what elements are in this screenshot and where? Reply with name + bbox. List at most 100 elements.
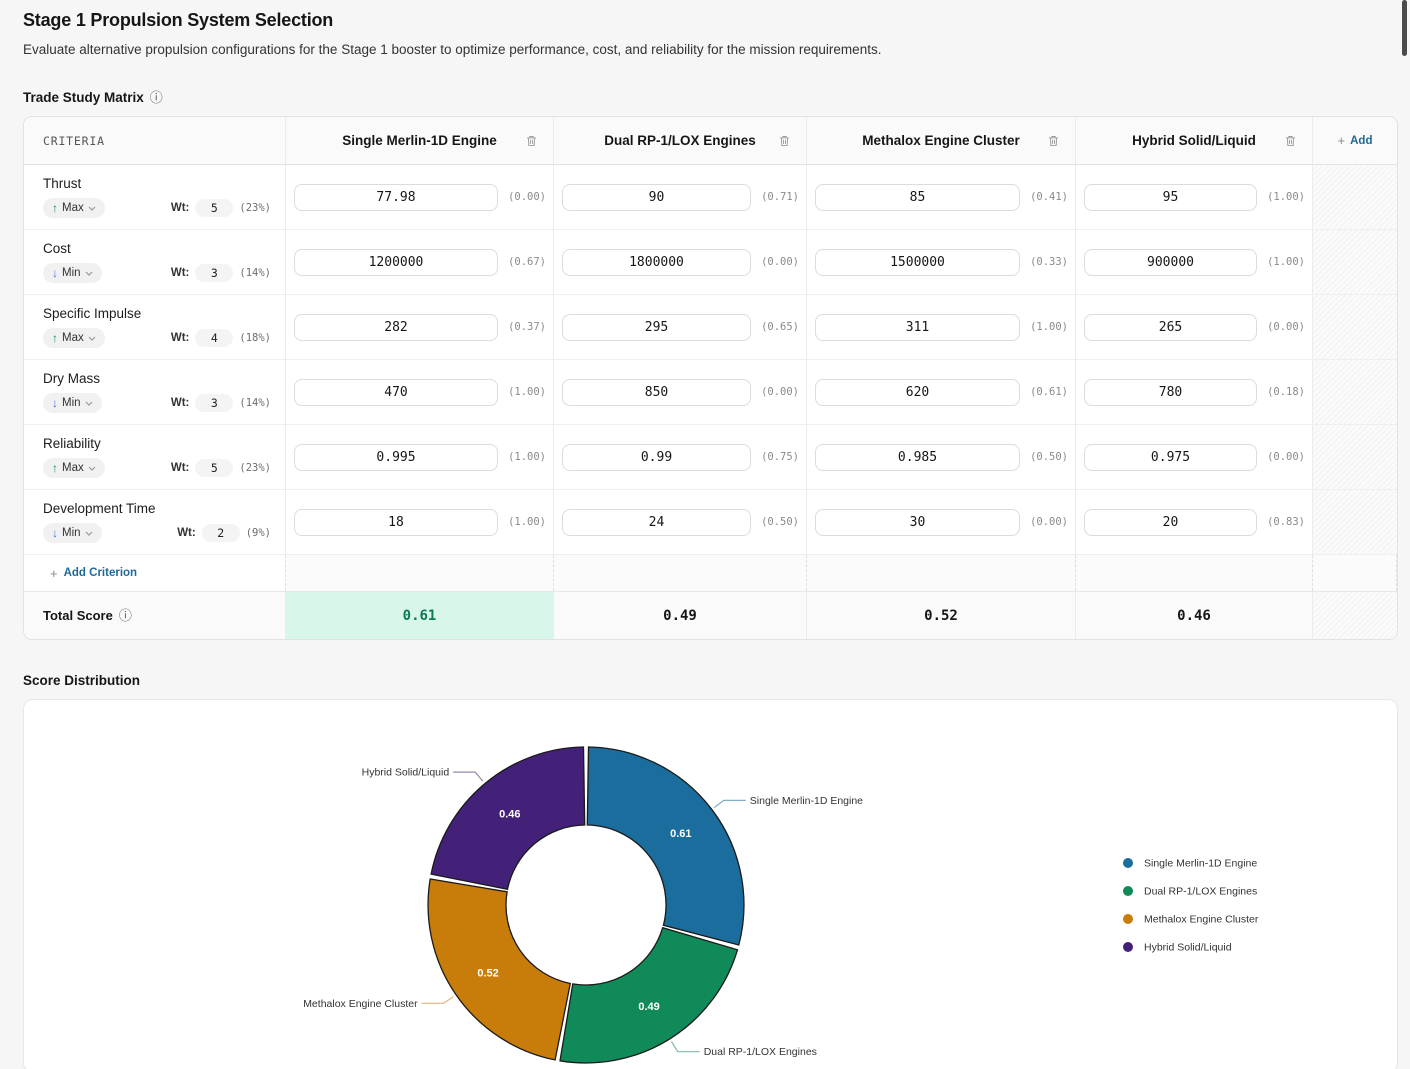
weight-input[interactable]: 5 — [195, 199, 233, 217]
criterion-row: Development Time ↓ Min Wt: 2 (9%) 18 (1.… — [24, 490, 1397, 555]
normalized-score: (0.00) — [1257, 321, 1305, 333]
direction-select[interactable]: ↓ Min — [43, 393, 102, 413]
value-input[interactable]: 0.975 — [1084, 444, 1257, 471]
direction-select[interactable]: ↑ Max — [43, 458, 105, 478]
add-row-cell — [1076, 555, 1313, 591]
value-input[interactable]: 0.985 — [815, 444, 1020, 471]
pie-slice[interactable] — [428, 879, 570, 1060]
info-icon[interactable]: ⓘ — [119, 609, 132, 622]
label-leader-line — [453, 772, 483, 781]
value-input[interactable]: 90 — [562, 184, 751, 211]
value-input[interactable]: 620 — [815, 379, 1020, 406]
normalized-score: (0.00) — [751, 256, 799, 268]
value-input[interactable]: 77.98 — [294, 184, 498, 211]
total-score-label-cell: Total Score ⓘ — [24, 592, 286, 639]
criteria-header: CRITERIA — [24, 117, 286, 164]
normalized-score: (1.00) — [1020, 321, 1068, 333]
value-input[interactable]: 780 — [1084, 379, 1257, 406]
total-score-value: 0.52 — [807, 592, 1076, 639]
value-input[interactable]: 311 — [815, 314, 1020, 341]
value-cell: 620 (0.61) — [807, 360, 1076, 424]
weight-input[interactable]: 4 — [195, 329, 233, 347]
info-icon[interactable]: ⓘ — [150, 91, 163, 104]
delete-option-button[interactable] — [1048, 135, 1059, 147]
value-input[interactable]: 95 — [1084, 184, 1257, 211]
direction-select[interactable]: ↓ Min — [43, 523, 102, 543]
value-input[interactable]: 265 — [1084, 314, 1257, 341]
value-input[interactable]: 0.99 — [562, 444, 751, 471]
add-row-cell — [807, 555, 1076, 591]
criterion-cell: Specific Impulse ↑ Max Wt: 4 (18%) — [24, 295, 286, 359]
add-option-button[interactable]: + Add — [1313, 117, 1397, 164]
direction-select[interactable]: ↑ Max — [43, 198, 105, 218]
legend-label[interactable]: Methalox Engine Cluster — [1144, 914, 1259, 926]
criterion-row: Cost ↓ Min Wt: 3 (14%) 1200000 (0.67) — [24, 230, 1397, 295]
direction-select[interactable]: ↓ Min — [43, 263, 102, 283]
delete-option-button[interactable] — [779, 135, 790, 147]
normalized-score: (0.37) — [498, 321, 546, 333]
delete-option-button[interactable] — [526, 135, 537, 147]
weight-percent: (14%) — [239, 397, 271, 409]
legend-swatch — [1123, 858, 1133, 868]
add-option-label: Add — [1350, 135, 1372, 147]
direction-label: Min — [62, 397, 81, 409]
weight-input[interactable]: 5 — [195, 459, 233, 477]
arrow-up-icon: ↑ — [52, 461, 58, 475]
plus-icon: + — [1338, 133, 1346, 148]
distribution-title: Score Distribution — [23, 673, 140, 688]
value-input[interactable]: 295 — [562, 314, 751, 341]
weight-input[interactable]: 3 — [195, 394, 233, 412]
delete-option-button[interactable] — [1285, 135, 1296, 147]
pie-slice[interactable] — [587, 747, 744, 945]
slice-value-label: 0.61 — [670, 828, 691, 840]
normalized-score: (0.33) — [1020, 256, 1068, 268]
value-input[interactable]: 1200000 — [294, 249, 498, 276]
value-input[interactable]: 1500000 — [815, 249, 1020, 276]
value-cell: 20 (0.83) — [1076, 490, 1313, 554]
legend-label[interactable]: Dual RP-1/LOX Engines — [1144, 886, 1257, 898]
value-input[interactable]: 18 — [294, 509, 498, 536]
scrollbar-thumb[interactable] — [1402, 0, 1407, 56]
normalized-score: (0.75) — [751, 451, 799, 463]
legend-swatch — [1123, 914, 1133, 924]
normalized-score: (0.65) — [751, 321, 799, 333]
normalized-score: (0.71) — [751, 191, 799, 203]
trash-icon — [1048, 135, 1059, 147]
value-cell: 1800000 (0.00) — [554, 230, 807, 294]
add-row-cell — [1313, 555, 1397, 591]
value-input[interactable]: 470 — [294, 379, 498, 406]
chevron-down-icon — [88, 466, 96, 471]
value-input[interactable]: 900000 — [1084, 249, 1257, 276]
arrow-down-icon: ↓ — [52, 526, 58, 540]
value-cell: 24 (0.50) — [554, 490, 807, 554]
weight-input[interactable]: 2 — [202, 524, 240, 542]
normalized-score: (0.50) — [1020, 451, 1068, 463]
value-input[interactable]: 85 — [815, 184, 1020, 211]
legend-label[interactable]: Single Merlin-1D Engine — [1144, 858, 1257, 870]
direction-select[interactable]: ↑ Max — [43, 328, 105, 348]
value-input[interactable]: 24 — [562, 509, 751, 536]
criterion-name: Reliability — [43, 436, 271, 451]
weight-percent: (14%) — [239, 267, 271, 279]
weight-input[interactable]: 3 — [195, 264, 233, 282]
value-input[interactable]: 20 — [1084, 509, 1257, 536]
label-leader-line — [714, 800, 746, 807]
weight-label: Wt: — [171, 202, 190, 214]
add-criterion-button[interactable]: +Add Criterion — [24, 555, 286, 591]
label-leader-line — [671, 1042, 699, 1052]
option-name: Single Merlin-1D Engine — [342, 133, 497, 148]
value-input[interactable]: 0.995 — [294, 444, 498, 471]
option-header: Hybrid Solid/Liquid — [1076, 117, 1313, 164]
value-input[interactable]: 850 — [562, 379, 751, 406]
value-input[interactable]: 1800000 — [562, 249, 751, 276]
add-column-cell — [1313, 490, 1397, 554]
slice-category-label: Hybrid Solid/Liquid — [362, 767, 450, 779]
value-input[interactable]: 282 — [294, 314, 498, 341]
direction-label: Max — [62, 332, 84, 344]
total-score-row: Total Score ⓘ 0.610.490.520.46 — [24, 592, 1397, 639]
normalized-score: (0.00) — [1020, 516, 1068, 528]
pie-slice[interactable] — [560, 928, 738, 1063]
legend-label[interactable]: Hybrid Solid/Liquid — [1144, 942, 1232, 954]
trash-icon — [779, 135, 790, 147]
value-input[interactable]: 30 — [815, 509, 1020, 536]
